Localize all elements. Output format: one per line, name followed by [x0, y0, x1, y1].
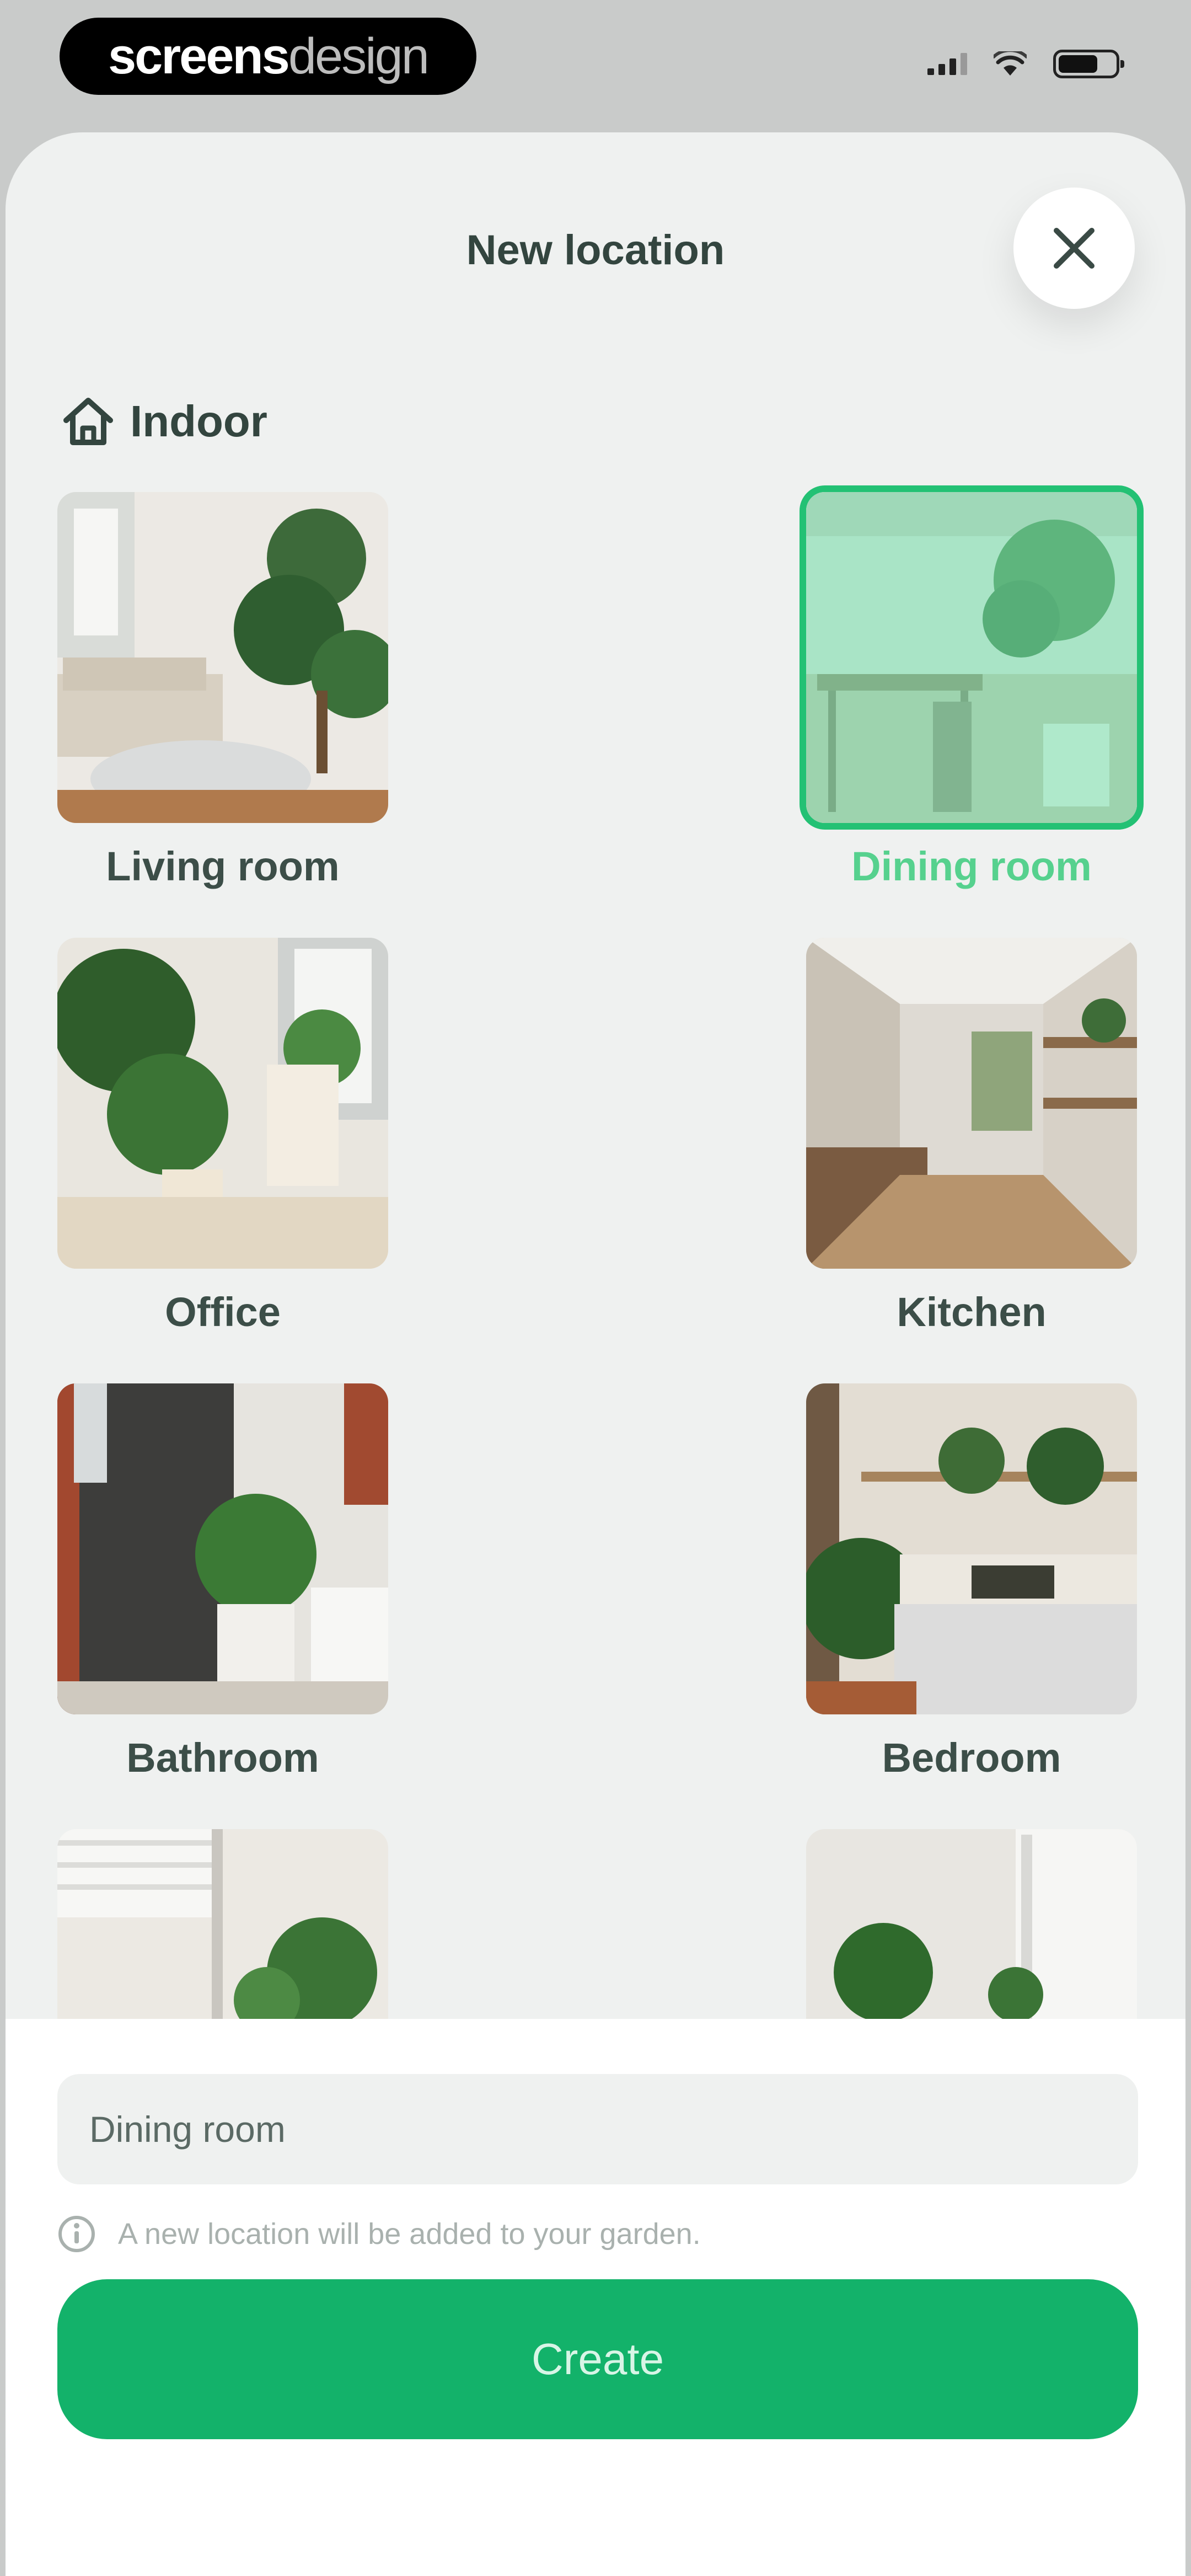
location-label: Bathroom: [126, 1735, 319, 1781]
location-label: Kitchen: [897, 1289, 1047, 1335]
location-label: Office: [165, 1289, 281, 1335]
bottom-panel: Dining room A new location will be added…: [6, 2019, 1185, 2576]
brand-logo-bold: screens: [108, 28, 290, 84]
location-thumbnail-bathroom: [57, 1383, 388, 1714]
location-card-bedroom[interactable]: Bedroom: [806, 1383, 1137, 1781]
hint-row: A new location will be added to your gar…: [57, 2215, 701, 2253]
cellular-signal-icon: [927, 53, 967, 75]
location-thumbnail-kitchen: [806, 938, 1137, 1269]
brand-logo-light: design: [288, 28, 430, 84]
location-thumbnail-office: [57, 938, 388, 1269]
location-label: Bedroom: [882, 1735, 1061, 1781]
location-card-office[interactable]: Office: [57, 938, 388, 1335]
info-icon: [58, 2216, 95, 2252]
status-icons: [927, 50, 1124, 78]
location-card-dining-room[interactable]: Dining room: [806, 492, 1137, 890]
battery-icon: [1053, 50, 1124, 78]
new-location-sheet: New location Indoor Living room Dining r…: [6, 132, 1185, 2576]
wifi-icon: [994, 51, 1027, 76]
status-bar: screens design: [0, 0, 1191, 132]
location-card-kitchen[interactable]: Kitchen: [806, 938, 1137, 1335]
brand-logo: screens design: [60, 18, 476, 95]
hint-text: A new location will be added to your gar…: [118, 2217, 701, 2251]
location-label: Dining room: [851, 843, 1092, 889]
location-thumbnail-living-room: [57, 492, 388, 823]
location-thumbnail-bedroom: [806, 1383, 1137, 1714]
location-grid: Living room Dining room Office Kitchen B…: [6, 132, 1185, 2160]
selected-overlay: [806, 492, 1137, 823]
location-name-input[interactable]: Dining room: [57, 2074, 1138, 2184]
location-card-bathroom[interactable]: Bathroom: [57, 1383, 388, 1781]
create-button[interactable]: Create: [57, 2279, 1138, 2439]
location-label: Living room: [106, 843, 340, 889]
location-thumbnail-dining-room: [806, 492, 1137, 823]
location-card-living-room[interactable]: Living room: [57, 492, 388, 890]
